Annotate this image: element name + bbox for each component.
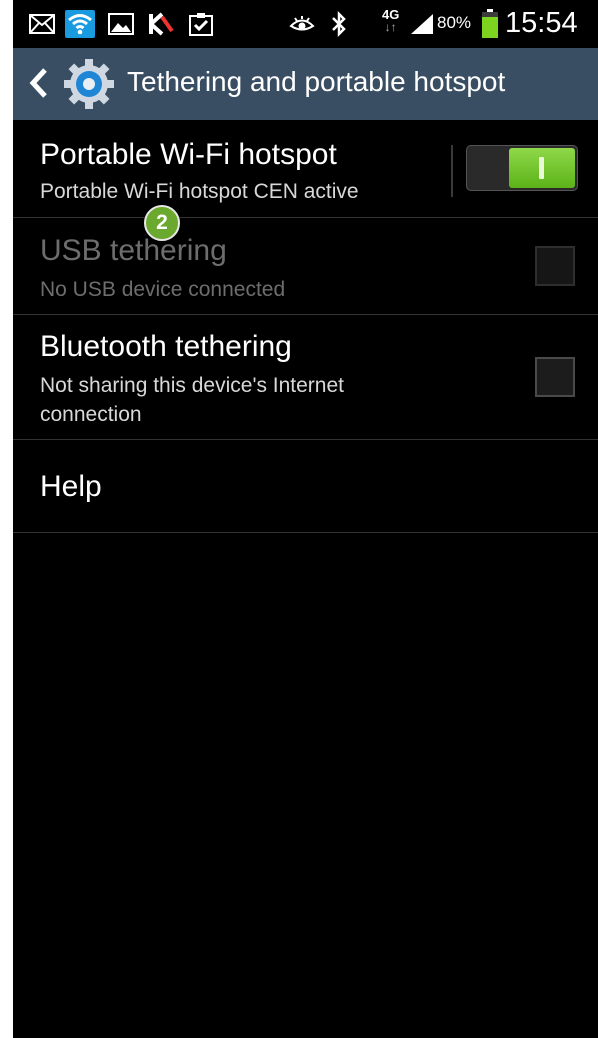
battery-icon (481, 9, 499, 38)
toggle-divider (451, 145, 453, 197)
back-chevron-icon[interactable] (27, 64, 51, 106)
usb-tethering-title: USB tethering (40, 234, 227, 267)
action-bar: Tethering and portable hotspot (13, 48, 598, 120)
status-clock: 15:54 (505, 7, 578, 39)
mail-icon (29, 10, 55, 38)
toggle-indicator (539, 157, 544, 179)
network-4g-indicator: 4G ↓↑ (382, 8, 399, 34)
gallery-icon (108, 10, 134, 38)
bluetooth-icon (331, 10, 347, 38)
wifi-hotspot-row[interactable]: Portable Wi-Fi hotspot Portable Wi-Fi ho… (13, 120, 598, 218)
help-row[interactable]: Help (13, 440, 598, 533)
page-title: Tethering and portable hotspot (127, 66, 506, 97)
usb-tethering-row: USB tethering No USB device connected (13, 218, 598, 315)
status-bar: 4G ↓↑ 80% 15:54 (13, 0, 598, 48)
usb-tethering-checkbox (535, 246, 575, 286)
wifi-hotspot-toggle[interactable] (466, 145, 578, 191)
settings-gear-icon (63, 58, 115, 114)
help-label: Help (40, 470, 102, 503)
screen: 4G ↓↑ 80% 15:54 Tethering and portable h… (13, 0, 598, 1038)
battery-percent: 80% (437, 13, 472, 32)
clipboard-check-icon (188, 10, 214, 38)
bluetooth-tethering-checkbox[interactable] (535, 357, 575, 397)
smart-stay-eye-icon (289, 10, 315, 38)
wifi-icon (65, 10, 95, 38)
toggle-on-thumb (509, 148, 575, 188)
usb-tethering-subtitle: No USB device connected (40, 278, 286, 301)
bluetooth-tethering-title: Bluetooth tethering (40, 330, 292, 363)
wifi-hotspot-subtitle: Portable Wi-Fi hotspot CEN active (40, 180, 359, 203)
wifi-hotspot-title: Portable Wi-Fi hotspot (40, 138, 337, 171)
bluetooth-tethering-subtitle: Not sharing this device's Internet conne… (40, 374, 344, 426)
step-number-badge: 2 (144, 205, 180, 241)
security-app-icon (148, 10, 174, 38)
signal-strength-icon (409, 10, 435, 38)
data-activity-arrows: ↓↑ (384, 20, 397, 34)
bluetooth-tethering-row[interactable]: Bluetooth tethering Not sharing this dev… (13, 315, 598, 440)
